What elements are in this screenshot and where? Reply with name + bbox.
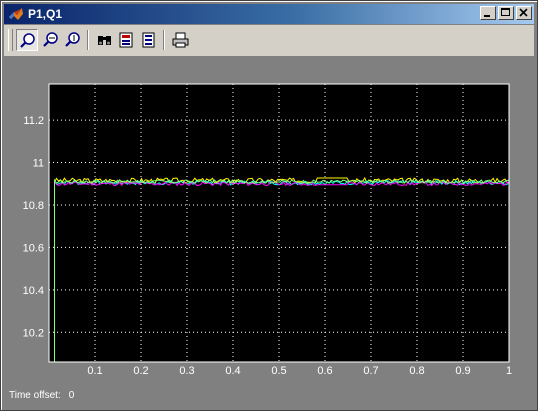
x-tick-label: 0.2: [133, 365, 148, 377]
zoom-y-icon: [65, 32, 80, 47]
toolbar-separator: [163, 30, 165, 50]
y-tick-label: 11: [33, 158, 44, 170]
zoom-x-icon: [43, 32, 58, 47]
scope-plot[interactable]: 0.1 0.2 0.3 0.4 0.5 0.6 0.7 0.8 0.9 1 10.2 10.4 10.6…: [4, 57, 534, 407]
zoom-x-button[interactable]: [40, 29, 62, 51]
x-tick-label: 0.5: [271, 365, 286, 377]
toolbar-separator: [87, 30, 89, 50]
x-tick-label: 0.6: [317, 365, 332, 377]
y-tick-label: 10.4: [23, 285, 44, 297]
minimize-button[interactable]: [480, 6, 496, 20]
y-tick-label: 11.2: [23, 115, 44, 127]
autoscale-button[interactable]: [94, 29, 116, 51]
save-axes-settings-icon: [119, 32, 133, 48]
toolbar-grip[interactable]: [8, 29, 13, 51]
x-tick-label: 0.1: [87, 365, 102, 377]
zoom-icon: [20, 33, 35, 48]
zoom-button[interactable]: [16, 29, 38, 51]
save-axes-settings-button[interactable]: [116, 29, 138, 51]
title-bar[interactable]: P1,Q1: [4, 4, 534, 24]
scope-window: P1,Q1 0.1 0.2 0.3 0.4 0.5 0.6 0.7 0.8 0.…: [0, 0, 538, 411]
scope-parameters-icon: [142, 32, 155, 48]
toolbar: [4, 25, 534, 57]
close-icon: [519, 8, 528, 17]
print-button[interactable]: [170, 29, 192, 51]
close-button[interactable]: [516, 6, 532, 20]
y-tick-label: 10.6: [23, 242, 44, 254]
x-tick-label: 0.3: [179, 365, 194, 377]
matlab-icon: [9, 8, 23, 20]
y-tick-label: 10.2: [23, 327, 44, 339]
x-tick-label: 1: [506, 365, 512, 377]
status-bar: Time offset: 0: [9, 390, 82, 401]
scope-display[interactable]: 0.1 0.2 0.3 0.4 0.5 0.6 0.7 0.8 0.9 1 10.2 10.4 10.6…: [4, 57, 534, 407]
window-title: P1,Q1: [28, 7, 63, 21]
minimize-icon: [484, 15, 490, 17]
maximize-icon: [501, 8, 510, 16]
autoscale-icon: [98, 36, 111, 45]
time-offset-label: Time offset:: [9, 390, 61, 401]
x-tick-label: 0.8: [409, 365, 424, 377]
y-tick-label: 10.8: [23, 200, 44, 212]
x-tick-label: 0.7: [363, 365, 378, 377]
print-icon: [172, 32, 189, 48]
x-tick-label: 0.4: [225, 365, 240, 377]
scope-parameters-button[interactable]: [138, 29, 160, 51]
x-tick-label: 0.9: [455, 365, 470, 377]
maximize-button[interactable]: [498, 6, 514, 20]
zoom-y-button[interactable]: [62, 29, 84, 51]
time-offset-value: 0: [68, 390, 75, 401]
